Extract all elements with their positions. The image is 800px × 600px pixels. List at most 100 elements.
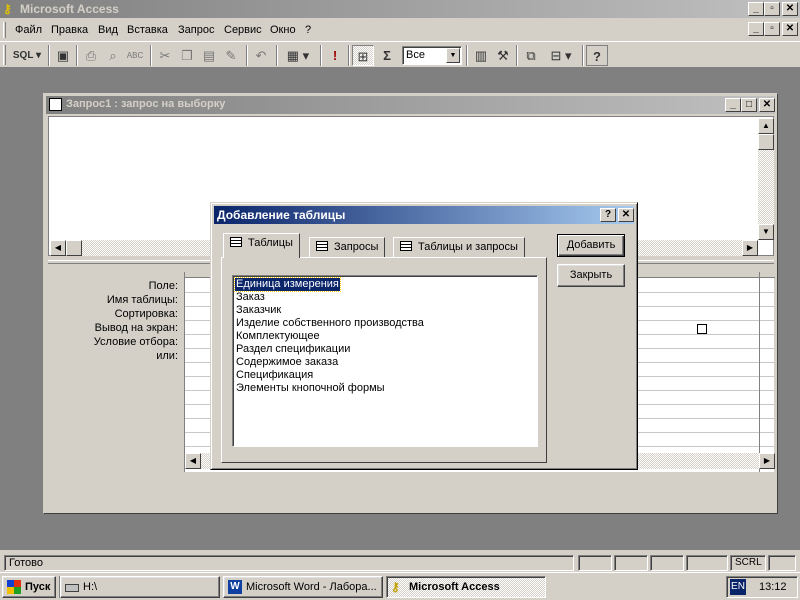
totals-button[interactable]: Σ (376, 45, 398, 66)
system-tray: EN 13:12 (726, 576, 798, 598)
tab-queries[interactable]: Запросы (309, 237, 386, 257)
print-preview-icon[interactable]: ⌕ (102, 45, 124, 66)
query-window-title-bar: Запрос1 : запрос на выборку _ □ ✕ (46, 96, 775, 114)
list-item[interactable]: Заказчик (235, 304, 282, 317)
list-item[interactable]: Изделие собственного производства (235, 317, 425, 330)
add-button[interactable]: Добавить (557, 234, 625, 257)
scroll-thumb-h[interactable] (66, 240, 82, 256)
menu-bar: Файл Правка Вид Вставка Запрос Сервис Ок… (0, 19, 800, 41)
top-values-value: Все (406, 49, 425, 61)
query-type-icon[interactable]: ▦ ▾ (280, 45, 316, 66)
menu-grip (3, 22, 6, 38)
taskbar-button-word[interactable]: W Microsoft Word - Лабора... (223, 576, 383, 598)
new-object-icon[interactable]: ⊟ ▾ (544, 45, 578, 66)
undo-icon[interactable]: ↶ (250, 45, 272, 66)
tab-tables-label: Таблицы (248, 237, 293, 249)
save-icon[interactable]: ▣ (52, 45, 74, 66)
minimize-button[interactable]: _ (748, 2, 764, 16)
windows-logo-icon (7, 580, 21, 594)
menu-help[interactable]: ? (305, 24, 311, 36)
show-table-dialog: Добавление таблицы ? ✕ Таблицы Запросы Т… (210, 202, 638, 470)
list-item[interactable]: Раздел спецификации (235, 343, 351, 356)
toolbar-separator (48, 45, 50, 66)
sql-view-button[interactable]: SQL ▾ (10, 45, 44, 66)
row-label-table: Имя таблицы: (106, 294, 178, 306)
tab-both-label: Таблицы и запросы (418, 241, 518, 253)
properties-icon[interactable]: ▥ (470, 45, 492, 66)
toolbar-separator (582, 45, 584, 66)
menu-edit[interactable]: Правка (51, 24, 88, 36)
table-list[interactable]: Единица измерения Заказ Заказчик Изделие… (232, 275, 538, 447)
dialog-close-button[interactable]: ✕ (618, 208, 634, 222)
cut-icon[interactable]: ✂ (154, 45, 176, 66)
doc-close-button[interactable]: ✕ (782, 22, 798, 36)
office-assistant-icon[interactable]: ? (586, 45, 608, 66)
row-label-criteria: Условие отбора: (93, 336, 178, 348)
menu-query[interactable]: Запрос (178, 24, 214, 36)
restore-button[interactable]: ▫ (764, 2, 780, 16)
language-indicator[interactable]: EN (730, 579, 746, 595)
show-table-icon[interactable]: ⊞ (352, 45, 374, 66)
menu-tools[interactable]: Сервис (224, 24, 262, 36)
run-button[interactable]: ! (324, 45, 346, 66)
list-item[interactable]: Комплектующее (235, 330, 321, 343)
spelling-icon[interactable]: ABC (124, 45, 146, 66)
toolbar-separator (150, 45, 152, 66)
paste-icon[interactable]: ▤ (198, 45, 220, 66)
format-painter-icon[interactable]: ✎ (220, 45, 242, 66)
list-item[interactable]: Единица измерения (234, 277, 341, 292)
print-icon[interactable]: ⎙ (80, 45, 102, 66)
grid-scroll-left-button[interactable]: ◀ (185, 453, 201, 469)
tab-both[interactable]: Таблицы и запросы (393, 237, 525, 257)
grid-scroll-right-button[interactable]: ▶ (759, 453, 775, 469)
top-values-select[interactable]: Все ▼ (402, 46, 462, 65)
taskbar: Пуск H:\ W Microsoft Word - Лабора... ⚷ … (0, 572, 800, 600)
scroll-down-button[interactable]: ▼ (758, 224, 774, 240)
build-icon[interactable]: ⚒ (492, 45, 514, 66)
scroll-thumb[interactable] (758, 134, 774, 150)
query-maximize-button[interactable]: □ (741, 98, 757, 112)
copy-icon[interactable]: ❐ (176, 45, 198, 66)
toolbar-separator (516, 45, 518, 66)
scroll-up-button[interactable]: ▲ (758, 118, 774, 134)
taskbar-button-drive[interactable]: H:\ (60, 576, 220, 598)
query-window-title: Запрос1 : запрос на выборку (66, 98, 226, 110)
taskbar-button-access[interactable]: ⚷ Microsoft Access (386, 576, 546, 598)
status-panel (768, 555, 796, 571)
dialog-help-button[interactable]: ? (600, 208, 616, 222)
database-window-icon[interactable]: ⧉ (520, 45, 542, 66)
show-checkbox[interactable] (697, 324, 707, 334)
menu-file[interactable]: Файл (15, 24, 42, 36)
query-minimize-button[interactable]: _ (725, 98, 741, 112)
tab-tables[interactable]: Таблицы (223, 233, 300, 258)
scroll-left-button[interactable]: ◀ (50, 240, 66, 256)
taskbar-button-label: Microsoft Word - Лабора... (246, 581, 377, 593)
tables-queries-icon (400, 241, 412, 251)
menu-window[interactable]: Окно (270, 24, 296, 36)
doc-minimize-button[interactable]: _ (748, 22, 764, 36)
scroll-right-button[interactable]: ▶ (742, 240, 758, 256)
menu-view[interactable]: Вид (98, 24, 118, 36)
list-item[interactable]: Элементы кнопочной формы (235, 382, 386, 395)
word-icon: W (228, 580, 242, 594)
access-key-icon: ⚷ (391, 580, 400, 594)
start-button[interactable]: Пуск (2, 576, 56, 598)
doc-restore-button[interactable]: ▫ (764, 22, 780, 36)
chevron-down-icon[interactable]: ▼ (446, 48, 460, 63)
toolbar: SQL ▾ ▣ ⎙ ⌕ ABC ✂ ❐ ▤ ✎ ↶ ▦ ▾ ! ⊞ Σ Все … (0, 41, 800, 68)
row-label-field: Поле: (148, 280, 178, 292)
close-button[interactable]: ✕ (782, 2, 798, 16)
list-item[interactable]: Спецификация (235, 369, 314, 382)
toolbar-separator (276, 45, 278, 66)
dialog-title-bar: Добавление таблицы ? ✕ (214, 206, 634, 224)
dialog-title: Добавление таблицы (217, 208, 346, 222)
close-dialog-button[interactable]: Закрыть (557, 264, 625, 287)
query-close-button[interactable]: ✕ (759, 98, 775, 112)
menu-insert[interactable]: Вставка (127, 24, 168, 36)
clock[interactable]: 13:12 (759, 581, 787, 593)
row-label-or: или: (156, 350, 178, 362)
list-item[interactable]: Заказ (235, 291, 266, 304)
status-bar: Готово SCRL (0, 553, 800, 572)
list-item[interactable]: Содержимое заказа (235, 356, 339, 369)
query-window-icon (49, 98, 62, 111)
